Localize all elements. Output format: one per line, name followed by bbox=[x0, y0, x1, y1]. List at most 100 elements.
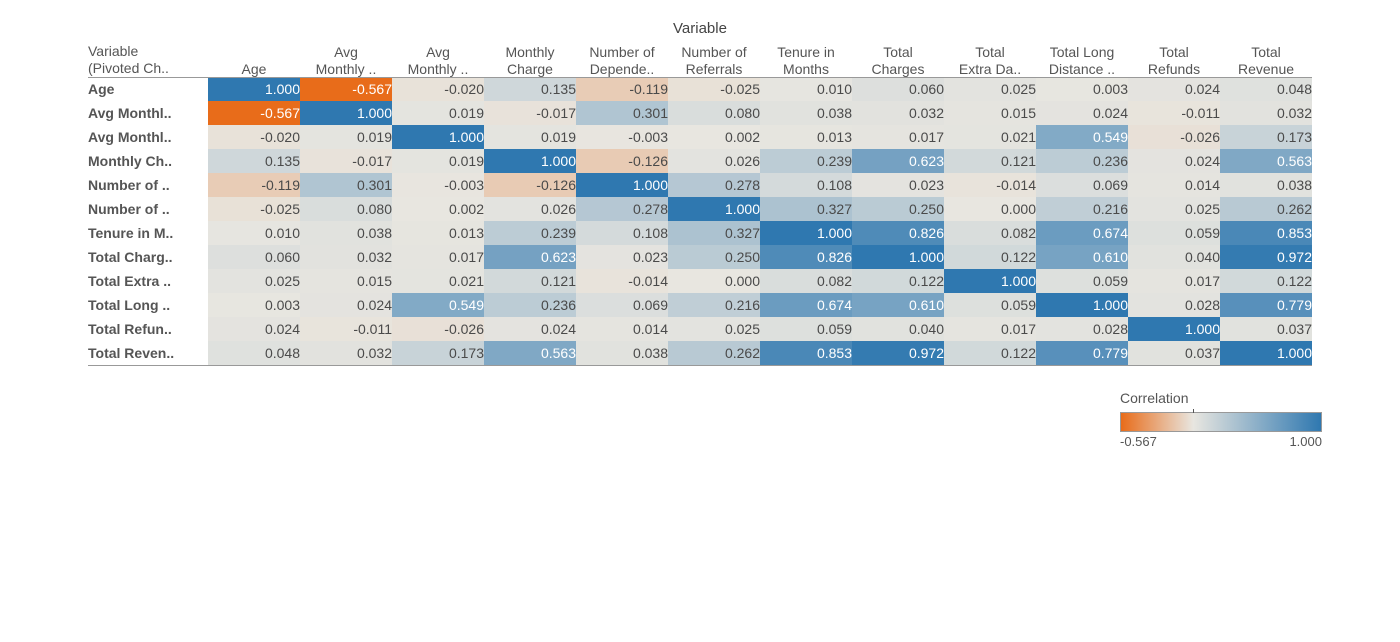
heatmap-cell: 0.038 bbox=[300, 221, 392, 245]
heatmap-cell: -0.026 bbox=[1128, 125, 1220, 149]
row-label: Number of .. bbox=[88, 173, 208, 197]
row-label: Avg Monthl.. bbox=[88, 101, 208, 125]
heatmap-cell: 0.826 bbox=[852, 221, 944, 245]
heatmap-cell: 0.037 bbox=[1128, 341, 1220, 365]
heatmap-cell: 0.853 bbox=[1220, 221, 1312, 245]
heatmap-cell: 0.002 bbox=[668, 125, 760, 149]
heatmap-cell: 1.000 bbox=[1036, 293, 1128, 317]
heatmap-cell: 0.262 bbox=[1220, 197, 1312, 221]
heatmap-cell: -0.003 bbox=[576, 125, 668, 149]
col-header: Number ofDepende.. bbox=[576, 43, 668, 77]
row-label: Total Charg.. bbox=[88, 245, 208, 269]
legend-zero-tick bbox=[1193, 409, 1194, 413]
col-header: MonthlyCharge bbox=[484, 43, 576, 77]
heatmap-cell: 0.135 bbox=[208, 149, 300, 173]
heatmap-cell: 0.779 bbox=[1036, 341, 1128, 365]
heatmap-cell: 0.019 bbox=[484, 125, 576, 149]
heatmap-cell: 0.003 bbox=[208, 293, 300, 317]
legend-max-label: 1.000 bbox=[1289, 434, 1322, 449]
heatmap-cell: 0.014 bbox=[1128, 173, 1220, 197]
heatmap-cell: 0.000 bbox=[944, 197, 1036, 221]
heatmap-cell: 0.082 bbox=[944, 221, 1036, 245]
heatmap-cell: 0.015 bbox=[944, 101, 1036, 125]
heatmap-cell: 1.000 bbox=[576, 173, 668, 197]
heatmap-cell: 0.032 bbox=[1220, 101, 1312, 125]
heatmap-cell: 0.236 bbox=[1036, 149, 1128, 173]
heatmap-cell: 0.019 bbox=[392, 149, 484, 173]
heatmap-cell: -0.011 bbox=[1128, 101, 1220, 125]
heatmap-cell: 0.549 bbox=[392, 293, 484, 317]
row-label: Total Refun.. bbox=[88, 317, 208, 341]
heatmap-cell: 0.023 bbox=[576, 245, 668, 269]
heatmap-cell: 0.032 bbox=[852, 101, 944, 125]
col-header: TotalExtra Da.. bbox=[944, 43, 1036, 77]
heatmap-cell: 0.038 bbox=[1220, 173, 1312, 197]
heatmap-cell: 0.623 bbox=[484, 245, 576, 269]
chart-title: Variable bbox=[20, 20, 1380, 37]
row-label: Total Long .. bbox=[88, 293, 208, 317]
heatmap-cell: 0.024 bbox=[1128, 149, 1220, 173]
heatmap-cell: 0.610 bbox=[852, 293, 944, 317]
heatmap-cell: 0.108 bbox=[760, 173, 852, 197]
heatmap-cell: 0.327 bbox=[668, 221, 760, 245]
heatmap-cell: 0.069 bbox=[1036, 173, 1128, 197]
heatmap-cell: 1.000 bbox=[668, 197, 760, 221]
heatmap-cell: -0.025 bbox=[668, 77, 760, 101]
heatmap-cell: -0.020 bbox=[208, 125, 300, 149]
col-header: TotalRefunds bbox=[1128, 43, 1220, 77]
heatmap-cell: 0.236 bbox=[484, 293, 576, 317]
color-legend: Correlation -0.567 1.000 bbox=[1120, 390, 1340, 449]
col-header: TotalCharges bbox=[852, 43, 944, 77]
heatmap-cell: 0.025 bbox=[1128, 197, 1220, 221]
heatmap-cell: 1.000 bbox=[484, 149, 576, 173]
heatmap-cell: -0.011 bbox=[300, 317, 392, 341]
heatmap-cell: 0.250 bbox=[668, 245, 760, 269]
heatmap-cell: -0.126 bbox=[576, 149, 668, 173]
heatmap-cell: 0.080 bbox=[668, 101, 760, 125]
heatmap-cell: 0.674 bbox=[1036, 221, 1128, 245]
heatmap-cell: 0.024 bbox=[1036, 101, 1128, 125]
heatmap-cell: 0.015 bbox=[300, 269, 392, 293]
heatmap-cell: 0.021 bbox=[944, 125, 1036, 149]
heatmap-cell: 0.779 bbox=[1220, 293, 1312, 317]
heatmap-cell: 0.013 bbox=[392, 221, 484, 245]
heatmap-cell: 0.121 bbox=[944, 149, 1036, 173]
heatmap-cell: 0.019 bbox=[392, 101, 484, 125]
heatmap-cell: 0.017 bbox=[944, 317, 1036, 341]
heatmap-cell: 0.019 bbox=[300, 125, 392, 149]
heatmap-cell: 0.122 bbox=[852, 269, 944, 293]
heatmap-cell: 0.028 bbox=[1128, 293, 1220, 317]
heatmap-cell: 0.038 bbox=[576, 341, 668, 365]
heatmap-cell: 0.013 bbox=[760, 125, 852, 149]
row-label: Monthly Ch.. bbox=[88, 149, 208, 173]
heatmap-cell: 0.000 bbox=[668, 269, 760, 293]
heatmap-cell: -0.119 bbox=[208, 173, 300, 197]
heatmap-cell: 0.239 bbox=[484, 221, 576, 245]
heatmap-cell: 0.032 bbox=[300, 341, 392, 365]
heatmap-cell: 0.003 bbox=[1036, 77, 1128, 101]
heatmap-cell: 0.048 bbox=[208, 341, 300, 365]
col-header: Number ofReferrals bbox=[668, 43, 760, 77]
heatmap-cell: 0.082 bbox=[760, 269, 852, 293]
row-label: Age bbox=[88, 77, 208, 101]
heatmap-cell: 0.301 bbox=[576, 101, 668, 125]
heatmap-cell: 0.972 bbox=[852, 341, 944, 365]
heatmap-cell: -0.119 bbox=[576, 77, 668, 101]
row-label: Total Reven.. bbox=[88, 341, 208, 365]
heatmap-cell: 0.014 bbox=[576, 317, 668, 341]
row-axis-title: Variable(Pivoted Ch.. bbox=[88, 43, 208, 77]
row-label: Total Extra .. bbox=[88, 269, 208, 293]
heatmap-cell: -0.003 bbox=[392, 173, 484, 197]
heatmap-cell: 0.026 bbox=[484, 197, 576, 221]
legend-title: Correlation bbox=[1120, 390, 1340, 406]
col-header: AvgMonthly .. bbox=[392, 43, 484, 77]
heatmap-cell: 0.121 bbox=[484, 269, 576, 293]
heatmap-cell: 0.262 bbox=[668, 341, 760, 365]
row-label: Number of .. bbox=[88, 197, 208, 221]
col-header: AvgMonthly .. bbox=[300, 43, 392, 77]
heatmap-cell: -0.017 bbox=[300, 149, 392, 173]
heatmap-cell: 0.059 bbox=[944, 293, 1036, 317]
heatmap-cell: 0.122 bbox=[944, 341, 1036, 365]
heatmap-cell: 1.000 bbox=[1220, 341, 1312, 365]
heatmap-cell: -0.567 bbox=[300, 77, 392, 101]
